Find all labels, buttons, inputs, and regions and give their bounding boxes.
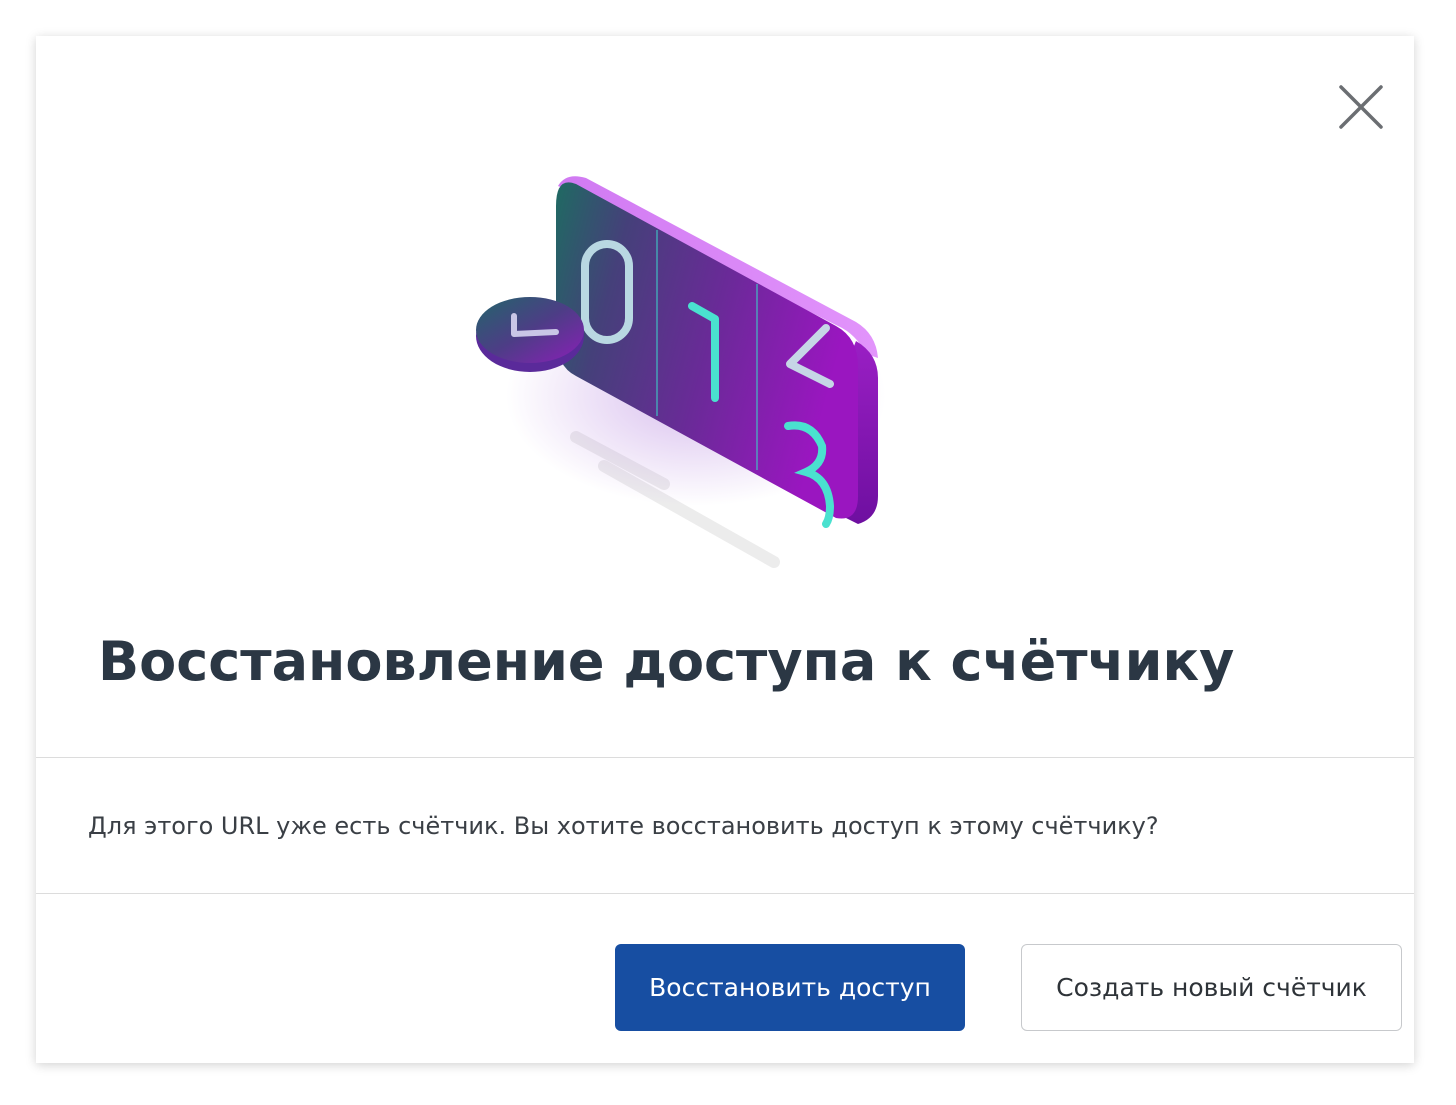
restore-access-dialog: Восстановление доступа к счётчику Для эт… [36,36,1414,1063]
create-new-counter-button[interactable]: Создать новый счётчик [1021,944,1402,1031]
counter-illustration [476,176,886,568]
restore-access-button[interactable]: Восстановить доступ [615,944,965,1031]
dialog-message: Для этого URL уже есть счётчик. Вы хотит… [88,812,1159,840]
divider [36,893,1414,894]
close-button[interactable] [1336,82,1386,132]
dialog-title: Восстановление доступа к счётчику [98,630,1235,693]
close-icon [1339,85,1383,129]
divider [36,757,1414,758]
